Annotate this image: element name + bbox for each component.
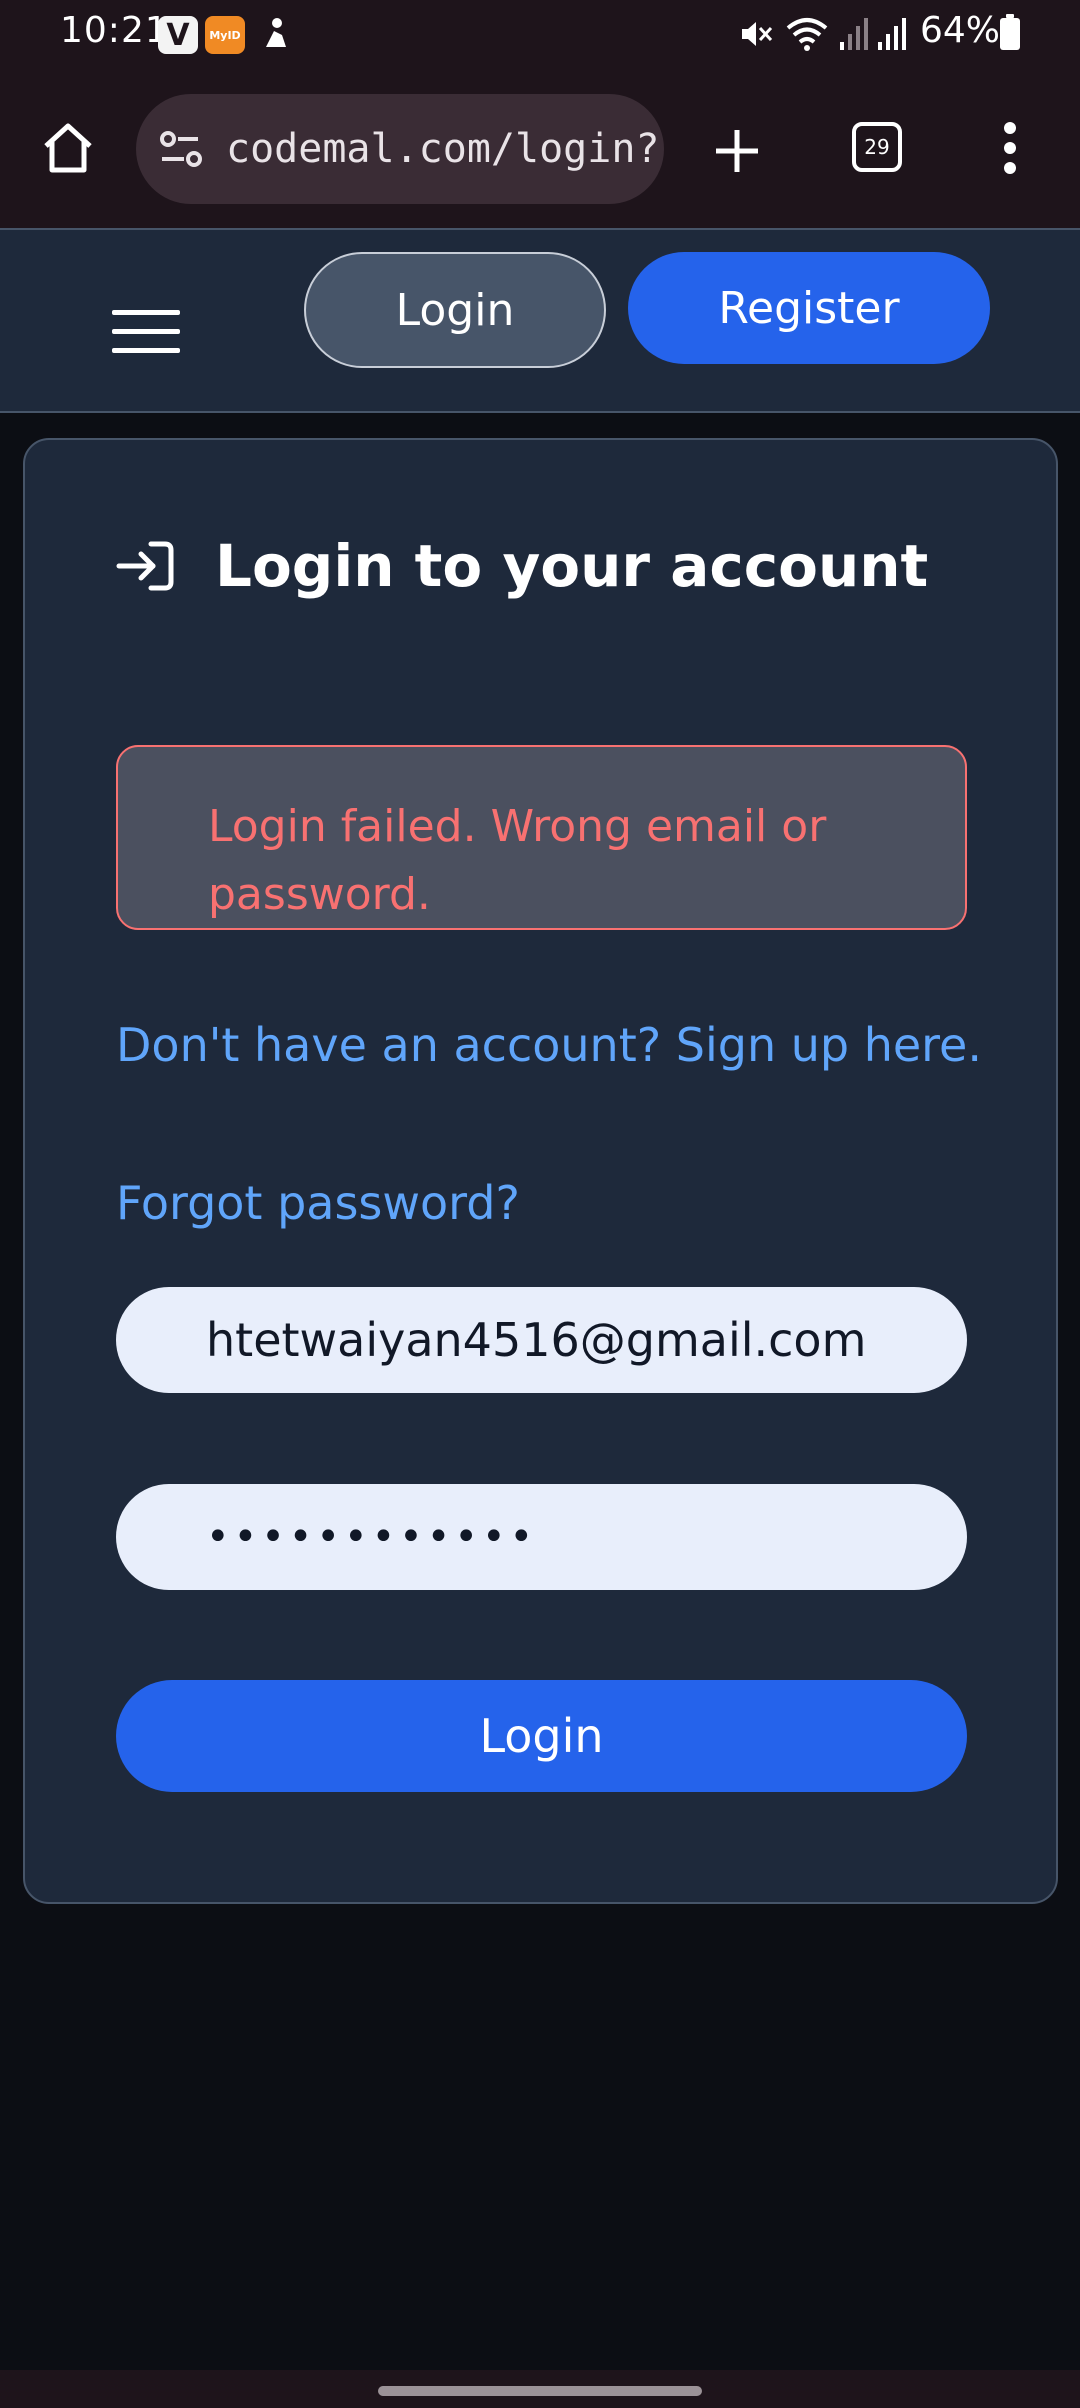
battery-icon: [1000, 14, 1020, 50]
tab-switcher-button[interactable]: 29: [852, 122, 902, 172]
login-submit-button[interactable]: Login: [116, 1680, 967, 1792]
signup-link[interactable]: Don't have an account? Sign up here.: [116, 1018, 982, 1072]
url-text: codemal.com/login?re: [226, 126, 664, 172]
status-bar: 10:21 V MyID 64%: [0, 0, 1080, 70]
app-v-icon: V: [158, 16, 198, 54]
page-title: Login to your account: [215, 532, 929, 600]
more-menu-icon[interactable]: [998, 120, 1022, 180]
signal-2-icon: [876, 16, 910, 54]
site-header: Login Register: [0, 228, 1080, 413]
password-field[interactable]: ••••••••••••: [116, 1484, 967, 1590]
login-card: Login to your account Login failed. Wron…: [23, 438, 1058, 1904]
new-tab-icon[interactable]: [712, 126, 762, 180]
header-login-button[interactable]: Login: [304, 252, 606, 368]
status-time: 10:21: [60, 10, 169, 51]
wifi-icon: [784, 14, 830, 56]
hamburger-menu-icon[interactable]: [112, 310, 180, 354]
error-message: Login failed. Wrong email or password.: [208, 801, 827, 920]
battery-percent: 64%: [920, 10, 1001, 51]
system-nav-bar: [0, 2370, 1080, 2408]
app-myid-icon: MyID: [205, 16, 245, 54]
home-icon[interactable]: [40, 120, 96, 180]
site-settings-icon[interactable]: [158, 129, 206, 169]
signal-1-icon: [838, 16, 868, 54]
header-register-button[interactable]: Register: [628, 252, 990, 364]
email-field[interactable]: htetwaiyan4516@gmail.com: [116, 1287, 967, 1393]
login-arrow-icon: [115, 540, 175, 592]
error-alert: Login failed. Wrong email or password.: [116, 745, 967, 930]
mute-icon: [738, 16, 774, 56]
gesture-handle[interactable]: [378, 2386, 702, 2396]
address-bar[interactable]: codemal.com/login?re: [136, 94, 664, 204]
notification-app-icon: [255, 14, 295, 54]
browser-toolbar: codemal.com/login?re 29: [0, 70, 1080, 228]
forgot-password-link[interactable]: Forgot password?: [116, 1176, 520, 1230]
